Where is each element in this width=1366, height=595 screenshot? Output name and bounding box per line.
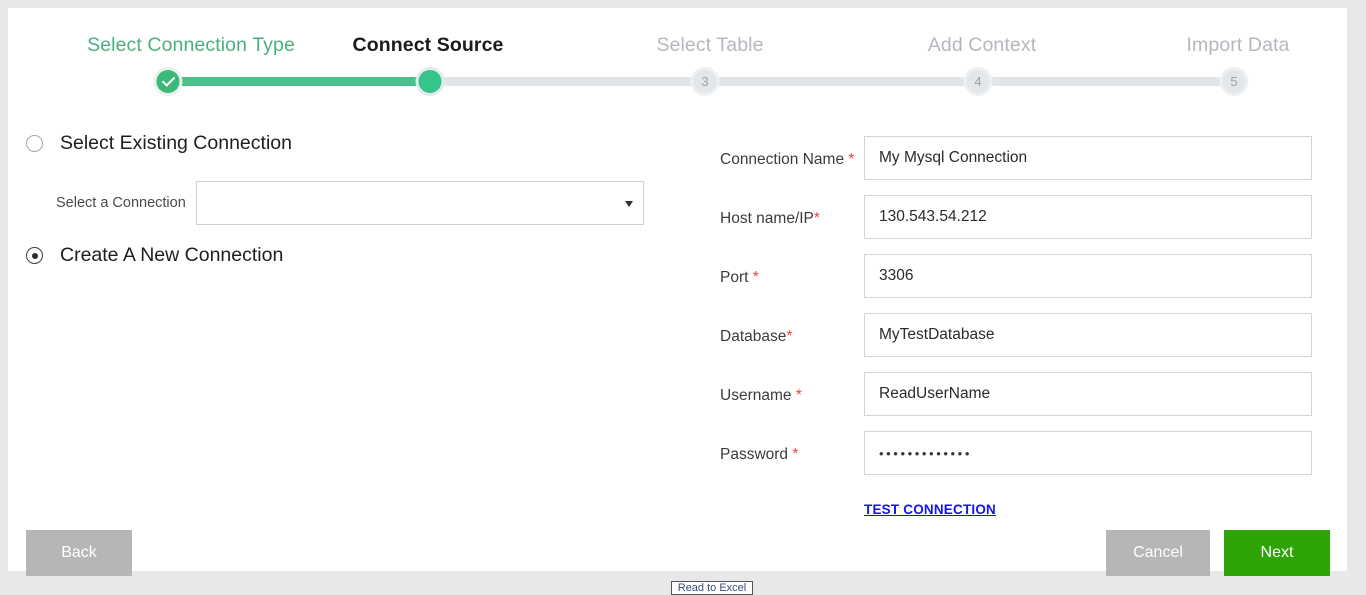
chevron-down-icon	[625, 201, 633, 207]
required-asterisk: *	[786, 328, 793, 345]
radio-existing-connection-label: Select Existing Connection	[60, 132, 292, 154]
radio-new-connection-icon[interactable]	[26, 247, 43, 264]
field-database-label: Database*	[720, 328, 793, 345]
connection-name-input[interactable]	[864, 136, 1312, 180]
step-node-2[interactable]	[415, 67, 445, 96]
select-connection-row: Select a Connection	[56, 181, 644, 225]
username-input[interactable]	[864, 372, 1312, 416]
check-icon	[161, 73, 175, 87]
step-node-4[interactable]: 4	[963, 67, 993, 96]
host-name-input[interactable]	[864, 195, 1312, 239]
password-input[interactable]: •••••••••••••	[864, 431, 1312, 475]
field-password-label: Password *	[720, 446, 799, 463]
port-input[interactable]	[864, 254, 1312, 298]
required-asterisk: *	[813, 210, 820, 227]
step-node-1[interactable]	[153, 67, 183, 96]
required-asterisk: *	[752, 269, 759, 286]
wizard-card: Select Connection Type Connect Source Se…	[8, 8, 1347, 576]
field-connection-name-label: Connection Name *	[720, 151, 855, 168]
radio-existing-connection-icon[interactable]	[26, 135, 43, 152]
select-connection-dropdown[interactable]	[196, 181, 644, 225]
step-node-5[interactable]: 5	[1219, 67, 1249, 96]
radio-new-connection-label: Create A New Connection	[60, 244, 284, 266]
field-username-label: Username *	[720, 387, 802, 404]
required-asterisk: *	[848, 151, 855, 168]
required-asterisk: *	[792, 446, 799, 463]
step-label-connect-source[interactable]: Connect Source	[353, 34, 504, 57]
test-connection-link[interactable]: TEST CONNECTION	[864, 502, 996, 517]
cancel-button[interactable]: Cancel	[1106, 530, 1210, 576]
radio-option-existing-connection[interactable]: Select Existing Connection	[26, 132, 292, 155]
field-port-label: Port *	[720, 269, 759, 286]
select-connection-label: Select a Connection	[56, 195, 186, 211]
step-label-add-context[interactable]: Add Context	[928, 34, 1036, 57]
required-asterisk: *	[795, 387, 802, 404]
step-label-select-table[interactable]: Select Table	[656, 34, 763, 57]
step-label-import-data[interactable]: Import Data	[1187, 34, 1290, 57]
back-button[interactable]: Back	[26, 530, 132, 576]
wizard-stepper: Select Connection Type Connect Source Se…	[8, 8, 1347, 98]
field-host-name-label: Host name/IP*	[720, 210, 820, 227]
next-button[interactable]: Next	[1224, 530, 1330, 576]
stepper-track-fill	[160, 77, 430, 86]
step-node-3[interactable]: 3	[690, 67, 720, 96]
database-input[interactable]	[864, 313, 1312, 357]
radio-option-new-connection[interactable]: Create A New Connection	[26, 244, 283, 267]
step-label-select-connection-type[interactable]: Select Connection Type	[87, 34, 295, 57]
bottom-cutoff-widget[interactable]: Read to Excel	[671, 581, 753, 595]
